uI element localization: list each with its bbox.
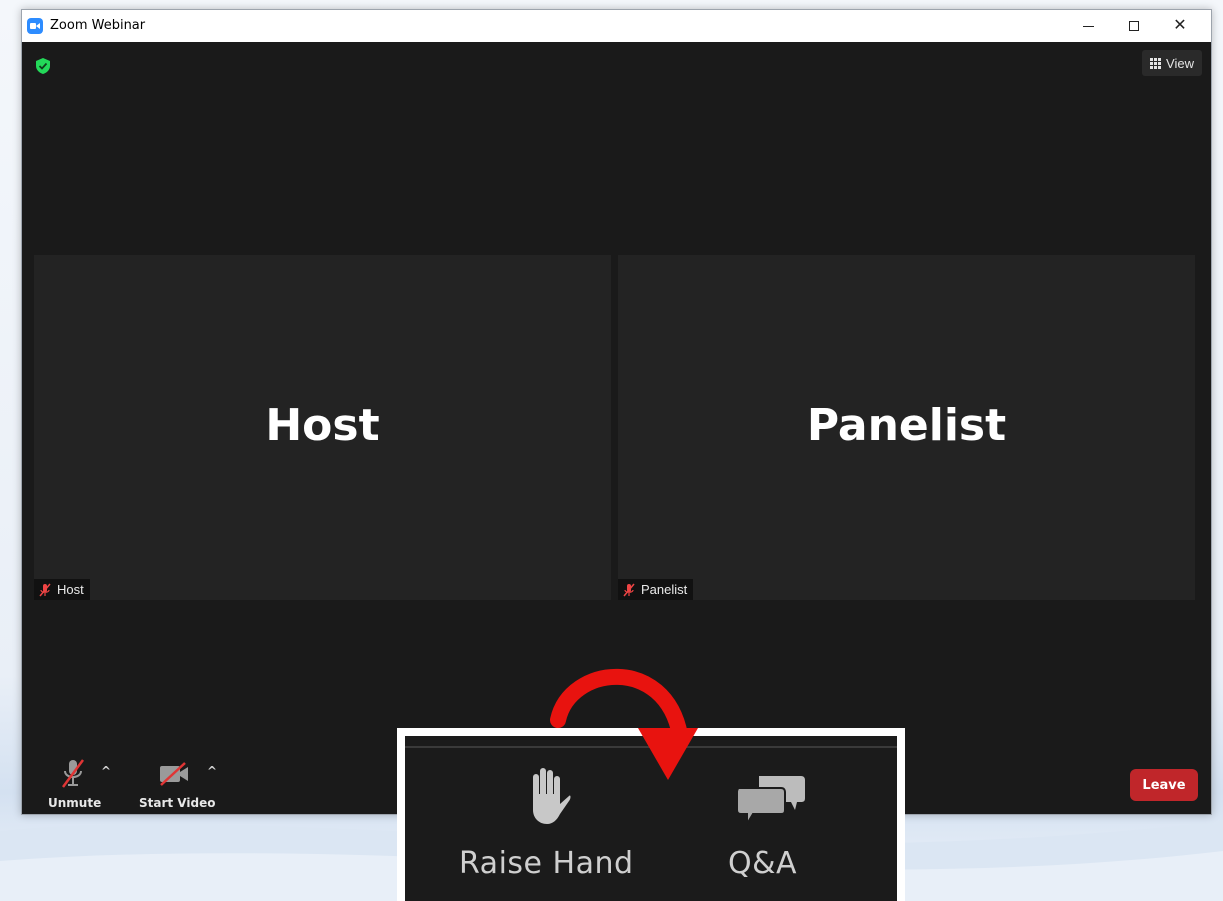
- muted-mic-icon: [623, 583, 635, 596]
- window-title: Zoom Webinar: [50, 18, 146, 33]
- minimize-button[interactable]: [1065, 10, 1111, 42]
- zoom-app-icon: [27, 18, 43, 34]
- maximize-icon: [1129, 21, 1139, 31]
- title-bar: Zoom Webinar ✕: [22, 10, 1211, 42]
- audio-options-caret-icon[interactable]: ^: [101, 764, 111, 778]
- unmute-label: Unmute: [48, 796, 102, 810]
- video-off-icon: [160, 762, 188, 786]
- tile-name: Panelist: [806, 400, 1007, 451]
- video-tile-panelist[interactable]: Panelist Panelist: [618, 255, 1195, 600]
- unmute-button[interactable]: ^ Unmute: [46, 752, 111, 812]
- close-button[interactable]: ✕: [1157, 10, 1203, 42]
- video-options-caret-icon[interactable]: ^: [207, 764, 217, 778]
- start-video-label: Start Video: [139, 796, 216, 810]
- qa-label[interactable]: Q&A: [728, 846, 797, 881]
- qa-chat-icon[interactable]: [735, 774, 807, 826]
- participant-name: Panelist: [641, 582, 688, 597]
- start-video-button[interactable]: ^ Start Video: [137, 752, 227, 812]
- encryption-shield-icon[interactable]: [36, 58, 50, 74]
- minimize-icon: [1082, 25, 1094, 27]
- muted-mic-icon: [39, 583, 51, 596]
- view-button[interactable]: View: [1142, 50, 1202, 76]
- participant-label: Panelist: [618, 579, 694, 600]
- maximize-button[interactable]: [1111, 10, 1157, 42]
- close-icon: ✕: [1173, 17, 1187, 34]
- video-tile-host[interactable]: Host Host: [34, 255, 611, 600]
- tile-name: Host: [265, 400, 380, 451]
- raise-hand-label[interactable]: Raise Hand: [459, 846, 634, 881]
- red-curved-arrow: [550, 668, 698, 780]
- view-label: View: [1166, 55, 1194, 71]
- participant-label: Host: [34, 579, 90, 600]
- leave-button[interactable]: Leave: [1130, 769, 1198, 801]
- muted-microphone-icon: [61, 759, 85, 788]
- participant-name: Host: [57, 582, 84, 597]
- grid-view-icon: [1150, 57, 1162, 69]
